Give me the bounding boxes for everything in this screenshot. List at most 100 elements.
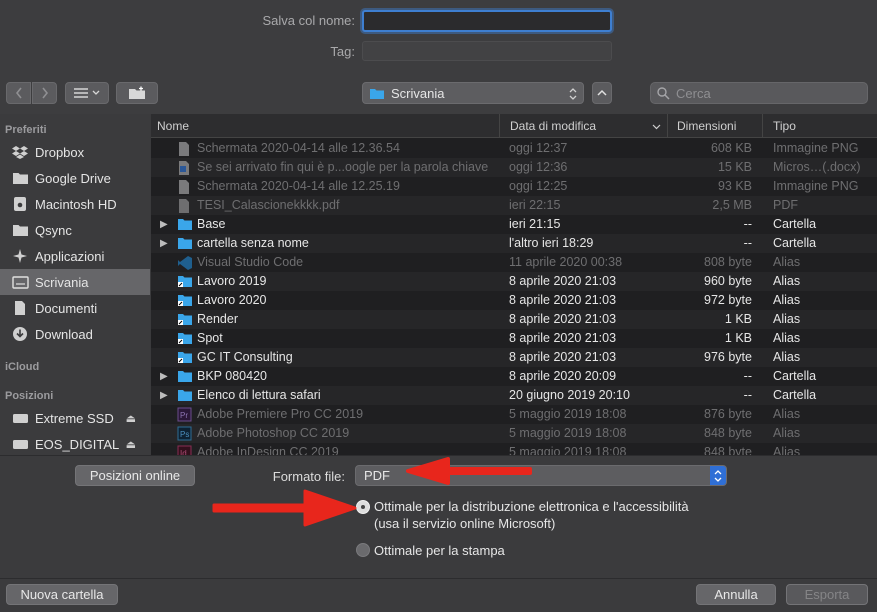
location-popup[interactable]: Scrivania — [362, 82, 584, 104]
file-size: -- — [743, 388, 752, 402]
sidebar-item-macintosh-hd[interactable]: Macintosh HD — [0, 191, 150, 217]
file-date: 5 maggio 2019 18:08 — [509, 407, 627, 421]
sidebar: Preferiti Dropbox Google Drive Macintosh… — [0, 114, 150, 455]
word-document-icon — [177, 160, 193, 175]
file-date: 8 aprile 2020 20:09 — [509, 369, 617, 383]
sidebar-item-google-drive[interactable]: Google Drive — [0, 165, 150, 191]
column-header-date[interactable]: Data di modifica — [504, 114, 668, 138]
back-button[interactable] — [6, 82, 31, 104]
new-folder-toolbar-button[interactable] — [116, 82, 158, 104]
file-name: Adobe Photoshop CC 2019 — [197, 426, 350, 440]
file-date: 8 aprile 2020 21:03 — [509, 331, 617, 345]
sidebar-item-download[interactable]: Download — [0, 321, 150, 347]
eject-icon[interactable]: ⏏ — [126, 438, 136, 451]
table-row[interactable]: ▶ cartella senza nome l'altro ieri 18:29 --… — [151, 234, 877, 253]
online-locations-button[interactable]: Posizioni online — [75, 465, 195, 486]
folder-icon — [177, 388, 193, 402]
file-date: 8 aprile 2020 21:03 — [509, 293, 617, 307]
table-row[interactable]: Schermata 2020-04-14 alle 12.36.54 oggi 1… — [151, 139, 877, 158]
chevron-left-icon — [15, 87, 22, 99]
new-folder-button[interactable]: Nuova cartella — [6, 584, 118, 605]
sidebar-item-extreme-ssd[interactable]: Extreme SSD ⏏ — [0, 405, 150, 431]
eject-icon[interactable]: ⏏ — [126, 412, 136, 425]
sidebar-item-label: EOS_DIGITAL — [35, 436, 120, 452]
column-header-name[interactable]: Nome — [151, 114, 500, 138]
file-type: Alias — [773, 255, 801, 269]
table-row[interactable]: Spot 8 aprile 2020 21:03 1 KB Alias — [151, 329, 877, 348]
column-header-type[interactable]: Tipo — [767, 114, 877, 138]
table-row[interactable]: ▶ Base ieri 21:15 -- Cartella — [151, 215, 877, 234]
table-row[interactable]: Lavoro 2020 8 aprile 2020 21:03 972 byte Al… — [151, 291, 877, 310]
sidebar-section-favorites: Preferiti — [5, 124, 47, 136]
table-row[interactable]: Lavoro 2019 8 aprile 2020 21:03 960 byte Al… — [151, 272, 877, 291]
file-name: GC IT Consulting — [197, 350, 293, 364]
red-arrow-left-icon — [406, 457, 532, 485]
search-field[interactable]: Cerca — [650, 82, 868, 104]
red-arrow-right-icon — [212, 489, 357, 527]
sidebar-item-label: Download — [35, 326, 93, 342]
sidebar-item-eos-digital[interactable]: EOS_DIGITAL ⏏ — [0, 431, 150, 455]
folder-icon — [10, 222, 30, 238]
download-icon — [10, 326, 30, 342]
sidebar-item-label: Extreme SSD — [35, 410, 114, 426]
sidebar-item-dropbox[interactable]: Dropbox — [0, 139, 150, 165]
table-row[interactable]: ▶ Elenco di lettura safari 20 giugno 2019 … — [151, 386, 877, 405]
file-list-header: Nome Data di modifica Dimensioni Tipo — [151, 114, 877, 138]
sidebar-item-label: Macintosh HD — [35, 196, 117, 212]
column-header-size[interactable]: Dimensioni — [671, 114, 763, 138]
folder-plus-icon — [129, 86, 145, 99]
table-row[interactable]: Ps Adobe Photoshop CC 2019 5 maggio 2019 1… — [151, 424, 877, 443]
sidebar-item-qsync[interactable]: Qsync — [0, 217, 150, 243]
file-type: Cartella — [773, 369, 817, 383]
cancel-button[interactable]: Annulla — [696, 584, 776, 605]
image-file-icon — [177, 179, 193, 194]
disclosure-triangle-icon[interactable]: ▶ — [160, 367, 168, 386]
list-view-icon — [74, 88, 100, 98]
sidebar-item-applicazioni[interactable]: Applicazioni — [0, 243, 150, 269]
table-row[interactable]: ▶ BKP 080420 8 aprile 2020 20:09 -- Cartella — [151, 367, 877, 386]
sidebar-item-scrivania[interactable]: Scrivania — [0, 269, 150, 295]
view-options-button[interactable] — [65, 82, 109, 104]
disclosure-triangle-icon[interactable]: ▶ — [160, 215, 168, 234]
tag-input[interactable] — [362, 41, 612, 61]
folder-icon — [10, 170, 30, 186]
folder-icon — [177, 369, 193, 383]
sidebar-item-documenti[interactable]: Documenti — [0, 295, 150, 321]
disclosure-triangle-icon[interactable]: ▶ — [160, 234, 168, 253]
file-type: Cartella — [773, 236, 817, 250]
file-size: 976 byte — [704, 350, 752, 364]
sidebar-item-label: Scrivania — [35, 274, 89, 290]
updown-chevron-icon — [569, 88, 577, 100]
sidebar-item-label: Documenti — [35, 300, 98, 316]
table-row[interactable]: Visual Studio Code 11 aprile 2020 00:38 80… — [151, 253, 877, 272]
table-row[interactable]: Pr Adobe Premiere Pro CC 2019 5 maggio 201… — [151, 405, 877, 424]
folder-icon — [177, 217, 193, 231]
table-row[interactable]: Render 8 aprile 2020 21:03 1 KB Alias — [151, 310, 877, 329]
forward-button[interactable] — [32, 82, 57, 104]
table-row[interactable]: Se sei arrivato fin qui è p...oogle per … — [151, 158, 877, 177]
sidebar-item-label: Google Drive — [35, 170, 111, 186]
file-name: Base — [197, 217, 226, 231]
chevron-up-icon — [597, 89, 607, 96]
collapse-button[interactable] — [592, 82, 612, 104]
file-type: Alias — [773, 331, 801, 345]
save-as-input[interactable] — [362, 10, 612, 32]
radio-print[interactable] — [356, 543, 370, 557]
file-date: 8 aprile 2020 21:03 — [509, 312, 617, 326]
table-row[interactable]: Schermata 2020-04-14 alle 12.25.19 oggi 1… — [151, 177, 877, 196]
svg-text:Ps: Ps — [180, 430, 189, 439]
table-row[interactable]: TESI_Calascionekkkk.pdf ieri 22:15 2,5 MB P… — [151, 196, 877, 215]
location-label: Scrivania — [391, 85, 445, 101]
file-name: Lavoro 2020 — [197, 293, 267, 307]
updown-chevron-icon — [710, 466, 726, 485]
disclosure-triangle-icon[interactable]: ▶ — [160, 386, 168, 405]
file-name: Render — [197, 312, 238, 326]
file-name: Schermata 2020-04-14 alle 12.36.54 — [197, 141, 400, 155]
drive-icon — [10, 410, 30, 426]
file-type: Alias — [773, 445, 801, 455]
export-button[interactable]: Esporta — [786, 584, 868, 605]
file-date: 8 aprile 2020 21:03 — [509, 350, 617, 364]
table-row[interactable]: GC IT Consulting 8 aprile 2020 21:03 976 b… — [151, 348, 877, 367]
file-size: 960 byte — [704, 274, 752, 288]
indesign-icon: Id — [177, 445, 193, 455]
